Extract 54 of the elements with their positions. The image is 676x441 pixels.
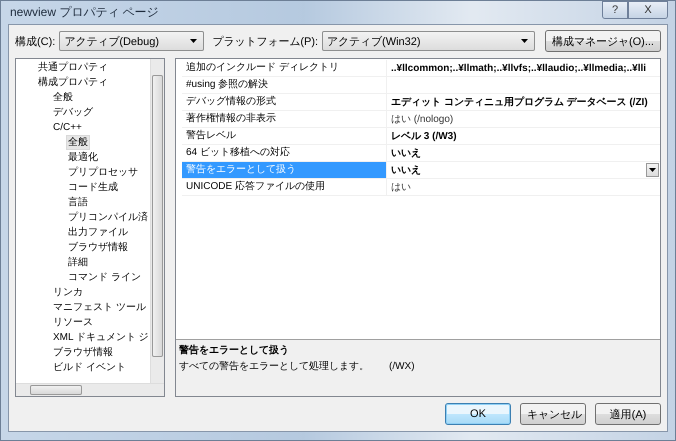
property-value: はい xyxy=(391,181,411,194)
tree-item[interactable]: 出力ファイル xyxy=(66,226,130,239)
apply-button[interactable]: 適用(A) xyxy=(595,403,661,425)
property-value: いいえ xyxy=(391,164,421,177)
property-value: エディット コンティニュ用プログラム データベース (/ZI) xyxy=(391,95,648,109)
tree-item[interactable]: マニフェスト ツール xyxy=(51,301,148,314)
cancel-button[interactable]: キャンセル xyxy=(520,403,586,425)
scrollbar[interactable] xyxy=(16,383,164,396)
description-text: すべての警告をエラーとして処理します。 (/WX) xyxy=(179,360,416,373)
property-value: いいえ xyxy=(391,147,421,160)
tree-item[interactable]: C/C++ xyxy=(51,121,84,134)
description-title: 警告をエラーとして扱う xyxy=(179,344,290,357)
tree-item[interactable]: 全般 xyxy=(66,135,90,150)
property-name[interactable]: #using 参照の解決 xyxy=(182,77,387,93)
tree-item[interactable]: プリコンパイル済 xyxy=(66,211,150,224)
property-name[interactable]: UNICODE 応答ファイルの使用 xyxy=(182,179,387,195)
property-value: はい (/nologo) xyxy=(391,113,454,126)
tree-item[interactable]: XML ドキュメント ジ xyxy=(51,331,150,344)
caret-icon xyxy=(190,39,198,43)
tree-item[interactable]: 全般 xyxy=(51,91,75,104)
config-dropdown[interactable]: アクティブ(Debug) xyxy=(59,31,204,51)
scrollbar[interactable] xyxy=(150,59,164,383)
caret-icon xyxy=(649,168,656,172)
help-button[interactable]: ? xyxy=(602,1,628,19)
platform-dropdown[interactable]: アクティブ(Win32) xyxy=(322,31,535,51)
tree-item[interactable]: 最適化 xyxy=(66,151,100,164)
tree-item[interactable]: ブラウザ情報 xyxy=(66,241,130,254)
tree-item[interactable]: ビルド イベント xyxy=(51,361,128,374)
property-name[interactable]: デバッグ情報の形式 xyxy=(182,94,387,110)
tree-item[interactable]: プリプロセッサ xyxy=(66,166,140,179)
dropdown-button[interactable] xyxy=(646,163,659,177)
property-value: レベル 3 (/W3) xyxy=(391,130,457,143)
tree-item[interactable]: リソース xyxy=(51,316,95,329)
tree-item[interactable]: ブラウザ情報 xyxy=(51,346,115,359)
window-title: newview プロパティ ページ xyxy=(9,4,159,21)
property-name[interactable]: 著作権情報の非表示 xyxy=(182,111,387,127)
tree-item[interactable]: デバッグ xyxy=(51,106,95,119)
close-button[interactable]: X xyxy=(628,1,668,19)
platform-label: プラットフォーム(P): xyxy=(212,34,318,48)
property-name[interactable]: 64 ビット移植への対応 xyxy=(182,145,387,161)
tree-item[interactable]: 詳細 xyxy=(66,256,90,269)
tree-item[interactable]: コード生成 xyxy=(66,181,120,194)
tree-item[interactable]: 言語 xyxy=(66,196,90,209)
tree-item[interactable]: リンカ xyxy=(51,286,85,299)
property-name[interactable]: 追加のインクルード ディレクトリ xyxy=(182,60,387,76)
property-value: ..¥llcommon;..¥llmath;..¥llvfs;..¥llaudio;..¥llmedia;..¥lli xyxy=(391,62,646,74)
property-name[interactable]: 警告レベル xyxy=(182,128,387,144)
ok-button[interactable]: OK xyxy=(445,403,511,425)
config-manager-button[interactable]: 構成マネージャ(O)... xyxy=(544,30,661,52)
tree-item[interactable]: 構成プロパティ xyxy=(36,76,110,89)
config-label: 構成(C): xyxy=(15,34,56,48)
tree-item[interactable]: コマンド ライン xyxy=(66,271,143,284)
tree-item[interactable]: 共通プロパティ xyxy=(36,61,110,74)
caret-icon xyxy=(520,39,528,43)
